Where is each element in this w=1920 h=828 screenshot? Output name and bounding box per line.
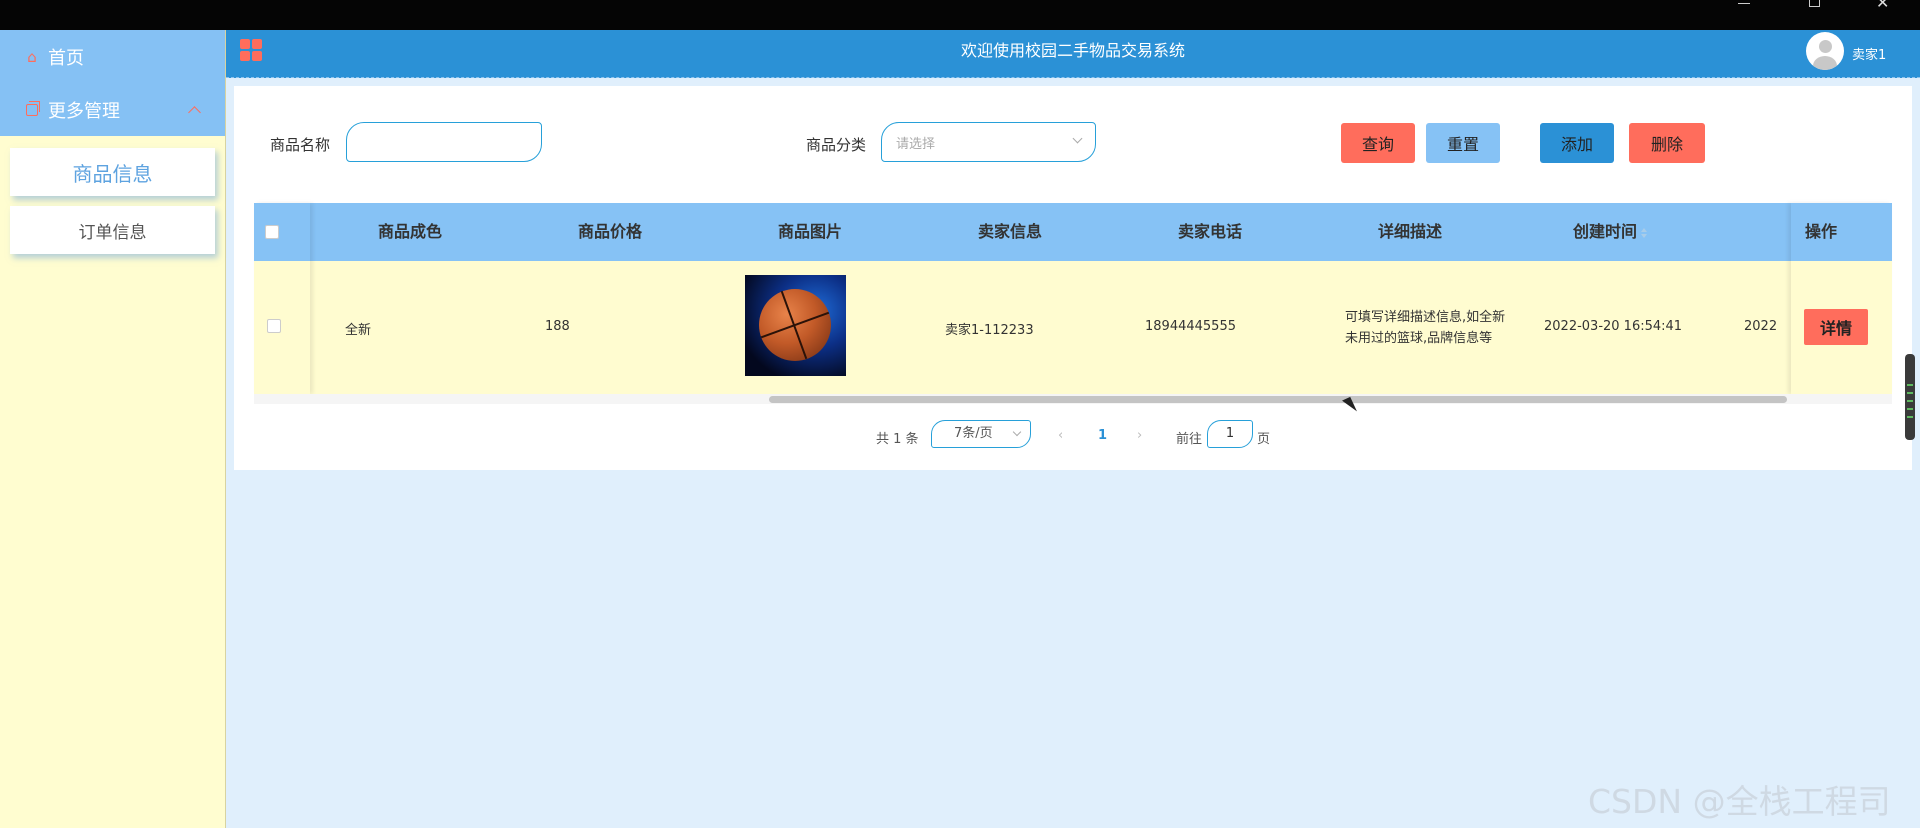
cell-seller: 卖家1-112233 <box>945 323 1034 338</box>
home-icon: ⌂ <box>27 47 37 66</box>
main-panel: 商品名称 商品分类 请选择 查询 重置 添加 删除 商品成色 商品价格 商品图片… <box>234 86 1912 470</box>
table-header: 商品成色 商品价格 商品图片 卖家信息 卖家电话 详细描述 创建时间 操作 <box>254 203 1892 261</box>
product-category-select[interactable]: 请选择 <box>881 122 1096 162</box>
prev-page-icon[interactable]: ‹ <box>1058 428 1063 443</box>
page-title: 欢迎使用校园二手物品交易系统 <box>960 41 1185 60</box>
chevron-down-icon <box>1072 133 1083 144</box>
fixed-left-column <box>254 203 310 394</box>
chevron-up-icon <box>188 105 201 119</box>
product-category-label: 商品分类 <box>806 136 867 154</box>
watermark: CSDN @全栈工程司 <box>1588 782 1891 821</box>
basketball-icon <box>759 289 831 361</box>
search-form: 商品名称 商品分类 请选择 查询 重置 添加 删除 <box>234 122 1912 164</box>
sidebar-item-order-info[interactable]: 订单信息 <box>10 206 215 254</box>
product-name-label: 商品名称 <box>270 136 331 154</box>
vertical-scrollbar[interactable] <box>1905 354 1915 440</box>
page-number-current[interactable]: 1 <box>1098 428 1107 443</box>
select-placeholder: 请选择 <box>896 136 936 152</box>
cell-phone: 18944445555 <box>1145 319 1236 334</box>
cell-price: 188 <box>545 319 570 334</box>
column-header: 详细描述 <box>1377 222 1442 241</box>
column-header: 卖家信息 <box>977 222 1042 241</box>
product-table: 商品成色 商品价格 商品图片 卖家信息 卖家电话 详细描述 创建时间 操作 全新… <box>254 203 1892 404</box>
copy-icon <box>26 100 40 116</box>
fixed-right-column <box>1791 203 1892 394</box>
goto-label: 前往 <box>1176 432 1203 447</box>
cell-created-time: 2022-03-20 16:54:41 <box>1544 319 1683 334</box>
sidebar-nav: ⌂ 首页 更多管理 <box>0 30 225 136</box>
reset-button[interactable]: 重置 <box>1426 123 1500 163</box>
cell-description: 可填写详细描述信息,如全新 未用过的篮球,品牌信息等 <box>1345 310 1506 346</box>
close-icon[interactable]: ✕ <box>1876 0 1889 9</box>
user-name[interactable]: 卖家1 <box>1852 44 1886 63</box>
column-header-created-time[interactable]: 创建时间 <box>1510 203 1710 261</box>
delete-button[interactable]: 删除 <box>1629 123 1705 163</box>
sidebar-item-home[interactable]: ⌂ 首页 <box>0 30 225 83</box>
pagination: 共 1 条 7条/页 ‹ 1 › 前往 1 页 <box>234 420 1912 450</box>
page-size-select[interactable]: 7条/页 <box>931 420 1031 448</box>
sidebar-item-more-management[interactable]: 更多管理 <box>0 83 225 136</box>
goto-page-input[interactable]: 1 <box>1207 420 1253 448</box>
sort-icon[interactable] <box>1641 227 1647 238</box>
sidebar-submenu: 商品信息 订单信息 <box>0 136 225 254</box>
sidebar-item-label: 更多管理 <box>48 100 120 122</box>
chevron-down-icon <box>1012 427 1022 437</box>
sidebar-item-product-info[interactable]: 商品信息 <box>10 148 215 196</box>
page-suffix-label: 页 <box>1257 432 1271 447</box>
next-page-icon[interactable]: › <box>1137 428 1142 443</box>
add-button[interactable]: 添加 <box>1540 123 1614 163</box>
horizontal-scrollbar[interactable] <box>254 394 1892 404</box>
total-count: 共 1 条 <box>876 432 919 447</box>
product-name-input[interactable] <box>346 122 542 162</box>
product-image[interactable] <box>745 275 846 376</box>
column-header: 商品价格 <box>577 222 642 241</box>
query-button[interactable]: 查询 <box>1341 123 1415 163</box>
avatar[interactable] <box>1806 32 1844 70</box>
column-header: 卖家电话 <box>1177 222 1242 241</box>
column-header: 商品图片 <box>777 222 842 241</box>
sidebar-item-label: 首页 <box>48 47 84 69</box>
top-header: 欢迎使用校园二手物品交易系统 卖家1 <box>226 30 1920 78</box>
table-row: 全新 188 卖家1-112233 18944445555 可填写详细描述信息,… <box>254 261 1892 394</box>
column-header: 商品成色 <box>377 222 442 241</box>
restore-icon[interactable] <box>1809 0 1820 7</box>
cell-clipped: 2022 <box>1744 319 1778 334</box>
scrollbar-thumb[interactable] <box>769 396 1787 403</box>
window-title-bar: ✕ <box>0 0 1920 30</box>
sidebar: ⌂ 首页 更多管理 商品信息 订单信息 <box>0 30 226 828</box>
minimize-icon[interactable] <box>1738 0 1750 4</box>
cell-condition: 全新 <box>345 323 372 338</box>
